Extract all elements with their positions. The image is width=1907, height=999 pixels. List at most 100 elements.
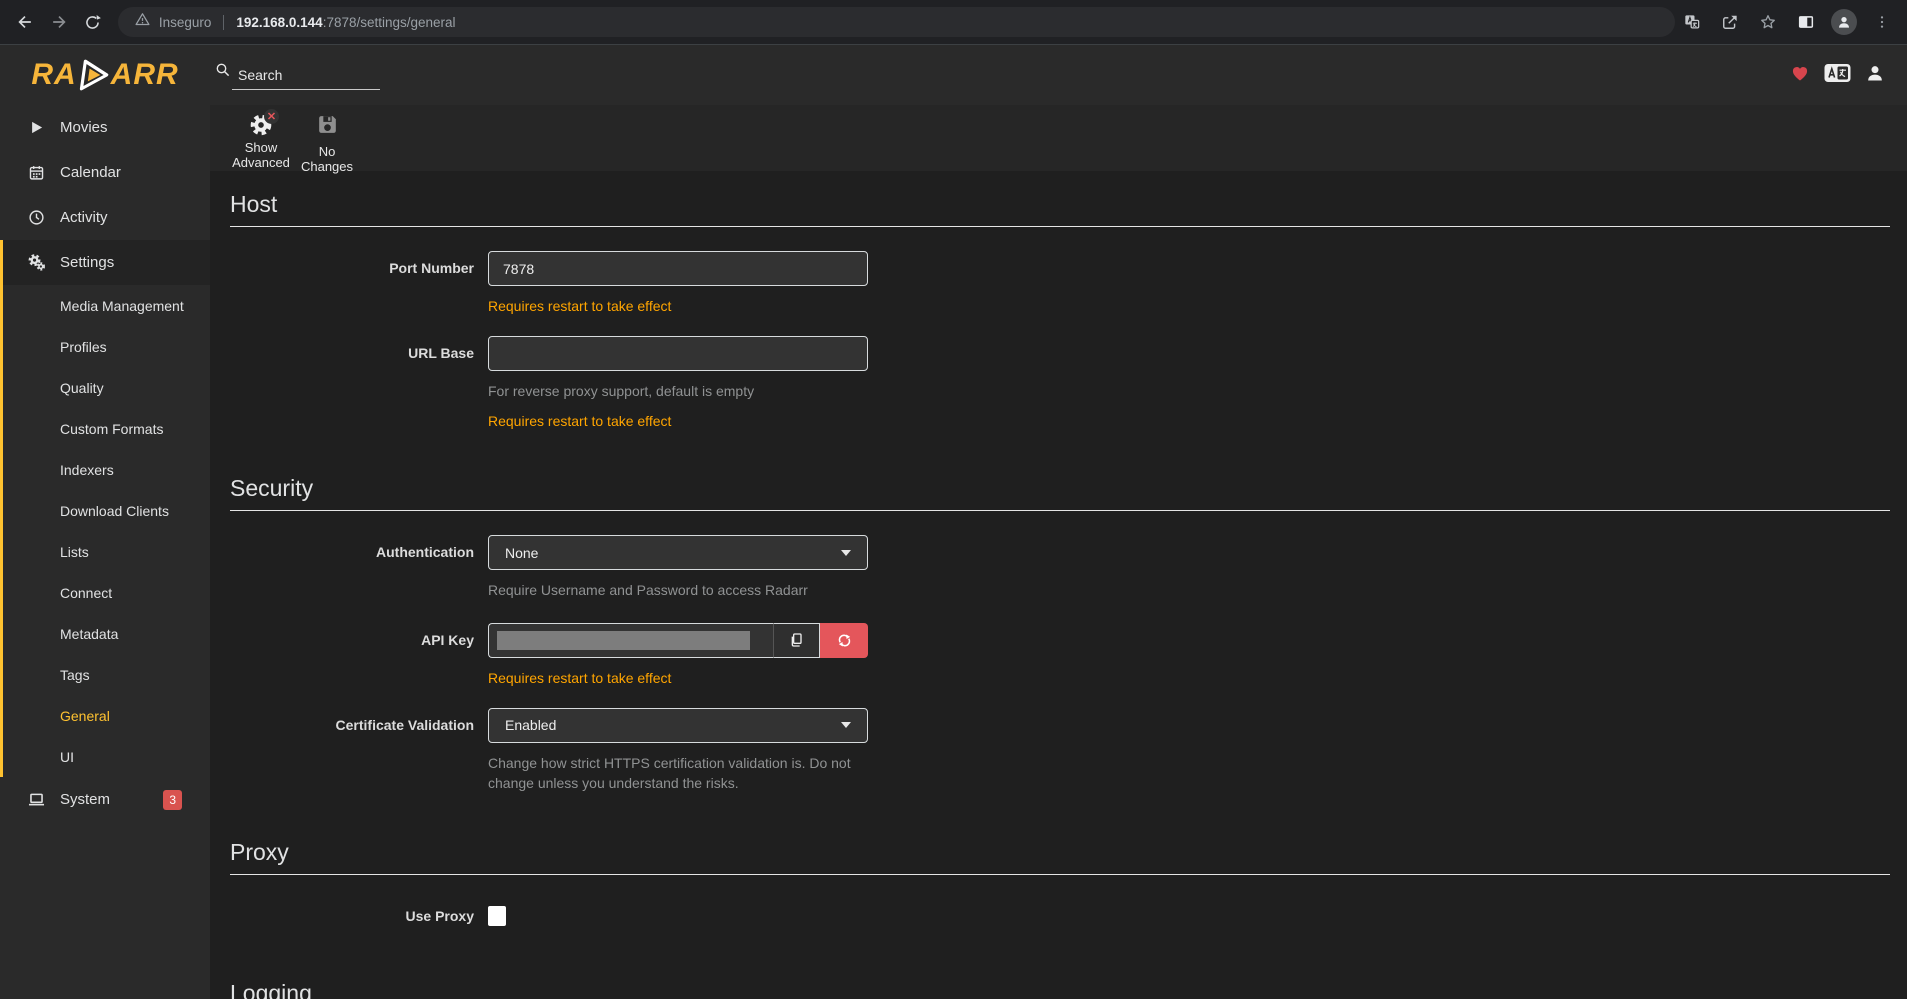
- section-host: Host Port Number Requires restart to tak…: [230, 191, 1890, 429]
- certificate-validation-select[interactable]: Enabled: [488, 708, 868, 743]
- main: Movies Calendar Activity: [0, 105, 1907, 999]
- url-host: 192.168.0.144: [236, 15, 322, 30]
- authentication-select[interactable]: None: [488, 535, 868, 570]
- address-bar[interactable]: Inseguro 192.168.0.144:7878/settings/gen…: [118, 7, 1675, 37]
- submenu-item-metadata[interactable]: Metadata: [3, 613, 210, 654]
- app-header: RA ARR: [0, 45, 1907, 105]
- search-underline: [232, 89, 380, 90]
- gears-icon: [26, 253, 46, 272]
- forward-icon[interactable]: [42, 5, 76, 39]
- system-badge: 3: [163, 790, 182, 810]
- section-title: Proxy: [230, 839, 1890, 875]
- submenu-item-download-clients[interactable]: Download Clients: [3, 490, 210, 531]
- warning-triangle-icon: [134, 11, 151, 33]
- copy-clipboard-icon: [789, 631, 805, 649]
- field-label: Port Number: [230, 251, 488, 314]
- browser-toolbar: Inseguro 192.168.0.144:7878/settings/gen…: [0, 0, 1907, 45]
- radarr-logo[interactable]: RA ARR: [0, 57, 210, 93]
- sidebar-item-label: System: [60, 791, 110, 808]
- search-bar: [214, 61, 380, 90]
- regenerate-api-key-button[interactable]: [820, 623, 868, 658]
- sidebar-item-activity[interactable]: Activity: [0, 195, 210, 240]
- security-label[interactable]: Inseguro: [159, 15, 212, 30]
- share-icon[interactable]: [1713, 5, 1747, 39]
- header-icons: [1790, 63, 1907, 88]
- use-proxy-row: Use Proxy: [230, 899, 1890, 934]
- url-path: :7878/settings/general: [323, 15, 456, 30]
- field-label: API Key: [230, 623, 488, 686]
- url-base-input[interactable]: [488, 336, 868, 371]
- show-advanced-button[interactable]: ✕ Show Advanced: [230, 112, 292, 171]
- search-icon: [214, 61, 232, 84]
- menu-dots-icon[interactable]: [1865, 5, 1899, 39]
- avatar: [1831, 9, 1857, 35]
- no-changes-button[interactable]: No Changes: [296, 112, 358, 175]
- submenu-item-indexers[interactable]: Indexers: [3, 449, 210, 490]
- sidebar-item-label: Calendar: [60, 164, 121, 181]
- restart-warning: Requires restart to take effect: [488, 670, 868, 686]
- browser-actions: [1675, 5, 1899, 39]
- api-key-group: [488, 623, 868, 658]
- sidebar-item-calendar[interactable]: Calendar: [0, 150, 210, 195]
- submenu-item-general[interactable]: General: [3, 695, 210, 736]
- redacted-api-key: [497, 631, 750, 650]
- clock-icon: [26, 209, 46, 226]
- api-key-input[interactable]: [488, 623, 773, 658]
- divider: [223, 15, 224, 30]
- sidebar-item-movies[interactable]: Movies: [0, 105, 210, 150]
- reload-icon[interactable]: [76, 5, 110, 39]
- play-icon: [26, 120, 46, 135]
- translate-icon[interactable]: [1824, 63, 1851, 88]
- selected-value: None: [505, 545, 841, 561]
- submenu-item-quality[interactable]: Quality: [3, 367, 210, 408]
- section-title: Logging: [230, 980, 1890, 999]
- show-advanced-label: Show Advanced: [230, 140, 292, 171]
- play-logo-icon: [73, 57, 114, 93]
- sidebar-item-label: Settings: [60, 254, 114, 271]
- screen: Inseguro 192.168.0.144:7878/settings/gen…: [0, 0, 1907, 999]
- section-proxy: Proxy Use Proxy: [230, 839, 1890, 934]
- submenu-item-tags[interactable]: Tags: [3, 654, 210, 695]
- side-panel-icon[interactable]: [1789, 5, 1823, 39]
- content: ✕ Show Advanced No Changes Host Port Num: [210, 105, 1907, 999]
- section-security: Security Authentication None Require Use…: [230, 475, 1890, 793]
- field-label: Use Proxy: [230, 899, 488, 934]
- use-proxy-checkbox[interactable]: [488, 906, 506, 926]
- section-title: Host: [230, 191, 1890, 227]
- bookmark-star-icon[interactable]: [1751, 5, 1785, 39]
- sidebar: Movies Calendar Activity: [0, 105, 210, 999]
- field-hint: Require Username and Password to access …: [488, 580, 868, 600]
- caret-down-icon: [841, 550, 851, 556]
- logo-text-left: RA: [31, 58, 76, 92]
- caret-down-icon: [841, 722, 851, 728]
- submenu-item-connect[interactable]: Connect: [3, 572, 210, 613]
- calendar-icon: [26, 164, 46, 181]
- field-label: Authentication: [230, 535, 488, 600]
- field-label: Certificate Validation: [230, 708, 488, 794]
- port-number-input[interactable]: [488, 251, 868, 286]
- submenu-item-profiles[interactable]: Profiles: [3, 326, 210, 367]
- laptop-icon: [26, 790, 46, 809]
- field-label: URL Base: [230, 336, 488, 429]
- logo-text-right: ARR: [111, 58, 179, 92]
- advanced-gear-icon: ✕: [248, 112, 274, 138]
- copy-api-key-button[interactable]: [773, 623, 820, 658]
- back-icon[interactable]: [8, 5, 42, 39]
- page-toolbar: ✕ Show Advanced No Changes: [210, 105, 1907, 171]
- certificate-validation-row: Certificate Validation Enabled Change ho…: [230, 708, 1890, 794]
- field-hint: Change how strict HTTPS certification va…: [488, 753, 868, 794]
- submenu-item-ui[interactable]: UI: [3, 736, 210, 777]
- search-input[interactable]: [232, 63, 372, 89]
- settings-section: Settings Media Management Profiles Quali…: [0, 240, 210, 777]
- sidebar-item-system[interactable]: System 3: [0, 777, 210, 822]
- sidebar-item-settings[interactable]: Settings: [3, 240, 210, 285]
- translate-icon[interactable]: [1675, 5, 1709, 39]
- profile-avatar[interactable]: [1827, 5, 1861, 39]
- submenu-item-media-management[interactable]: Media Management: [3, 285, 210, 326]
- url-base-row: URL Base For reverse proxy support, defa…: [230, 336, 1890, 429]
- submenu-item-lists[interactable]: Lists: [3, 531, 210, 572]
- submenu-item-custom-formats[interactable]: Custom Formats: [3, 408, 210, 449]
- user-icon[interactable]: [1865, 63, 1885, 88]
- donate-heart-icon[interactable]: [1790, 63, 1810, 88]
- settings-page: Host Port Number Requires restart to tak…: [210, 171, 1907, 999]
